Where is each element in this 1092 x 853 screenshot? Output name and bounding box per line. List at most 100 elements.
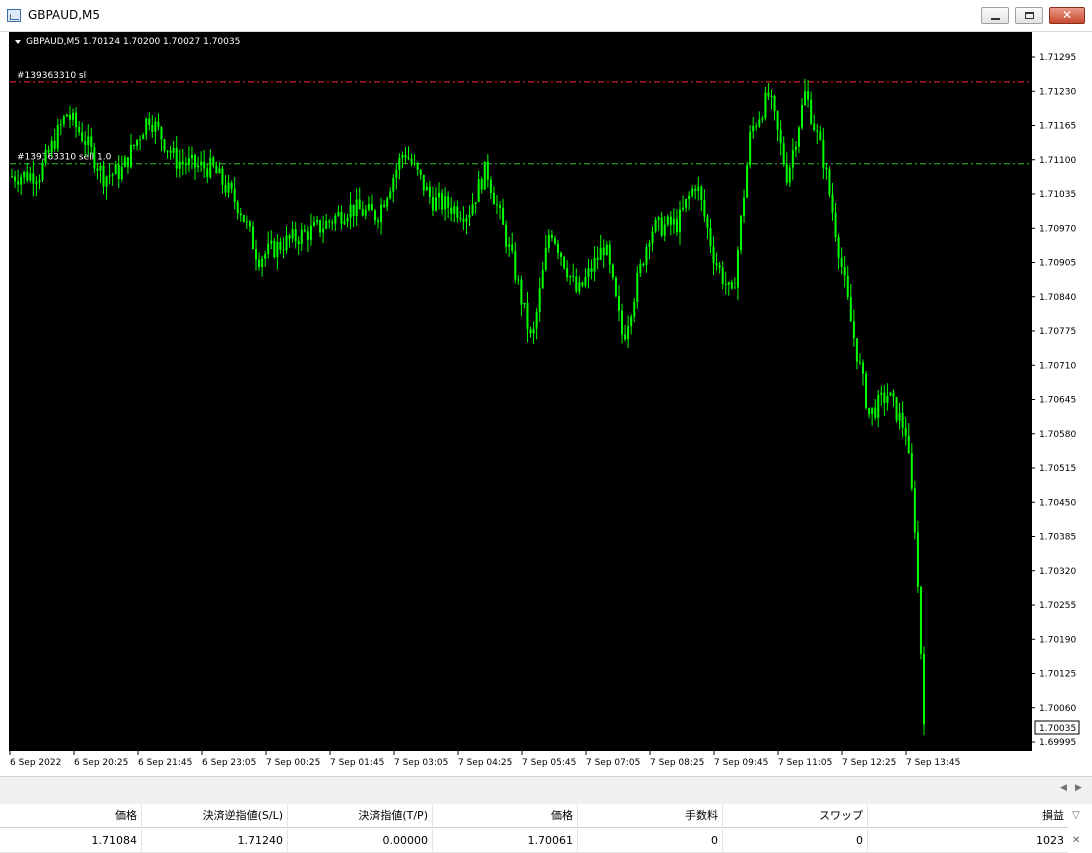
candle-body bbox=[868, 407, 871, 414]
candle-body bbox=[584, 276, 587, 286]
candle-body bbox=[706, 216, 709, 228]
candle-body bbox=[761, 118, 764, 120]
candle-body bbox=[526, 302, 529, 330]
header-commission[interactable]: 手数料 bbox=[578, 804, 723, 828]
header-profit[interactable]: 損益 bbox=[868, 804, 1068, 828]
candle-body bbox=[157, 121, 160, 128]
candle-body bbox=[624, 334, 627, 340]
candle-body bbox=[877, 394, 880, 418]
candle-body bbox=[636, 273, 639, 302]
header-stop-loss[interactable]: 決済逆指値(S/L) bbox=[142, 804, 288, 828]
candle-body bbox=[245, 221, 248, 223]
candle-body bbox=[782, 143, 785, 164]
candle-body bbox=[218, 168, 221, 174]
candle-body bbox=[895, 397, 898, 421]
candle-body bbox=[422, 174, 425, 191]
candle-body bbox=[651, 231, 654, 243]
candle-body bbox=[550, 234, 553, 239]
price-label: 1.70255 bbox=[1039, 601, 1076, 611]
candle-body bbox=[904, 427, 907, 436]
candle-body bbox=[337, 211, 340, 216]
candle-body bbox=[413, 163, 416, 165]
candle-body bbox=[791, 150, 794, 168]
candle-body bbox=[822, 139, 825, 168]
candle-body bbox=[322, 228, 325, 233]
candle-body bbox=[383, 204, 386, 207]
candle-body bbox=[306, 231, 309, 240]
candle-body bbox=[62, 116, 65, 125]
maximize-button[interactable] bbox=[1015, 7, 1043, 24]
candle-body bbox=[672, 218, 675, 225]
candle-body bbox=[773, 96, 776, 112]
candle-body bbox=[660, 217, 663, 236]
cell-swap: 0 bbox=[723, 829, 868, 853]
header-current-price[interactable]: 価格 bbox=[433, 804, 578, 828]
candle-body bbox=[779, 129, 782, 144]
candle-body bbox=[514, 250, 517, 280]
candle-body bbox=[93, 147, 96, 169]
candle-body bbox=[834, 212, 837, 238]
candle-body bbox=[813, 123, 816, 131]
candle-body bbox=[505, 224, 508, 247]
candle-body bbox=[212, 157, 215, 166]
price-chart[interactable]: GBPAUD,M5 1.70124 1.70200 1.70027 1.7003… bbox=[0, 32, 1092, 776]
candle-body bbox=[90, 136, 93, 148]
cell-take-profit[interactable]: 0.00000 bbox=[288, 829, 433, 853]
candle-body bbox=[758, 119, 761, 127]
price-label: 1.70450 bbox=[1039, 498, 1076, 508]
candle-body bbox=[224, 184, 227, 193]
minimize-button[interactable] bbox=[981, 7, 1009, 24]
candle-body bbox=[733, 287, 736, 289]
candle-body bbox=[578, 282, 581, 292]
candle-body bbox=[566, 267, 569, 278]
candle-body bbox=[87, 136, 90, 145]
candle-body bbox=[648, 242, 651, 247]
candle-body bbox=[907, 435, 910, 454]
price-label: 1.71035 bbox=[1039, 190, 1076, 200]
close-position-icon[interactable]: ✕ bbox=[1072, 835, 1080, 846]
candle-body bbox=[770, 96, 773, 98]
candle-body bbox=[270, 240, 273, 244]
candle-body bbox=[444, 196, 447, 210]
candle-body bbox=[544, 247, 547, 270]
candle-body bbox=[688, 195, 691, 200]
price-label: 1.70125 bbox=[1039, 670, 1076, 680]
scroll-left-icon[interactable]: ◀ bbox=[1060, 783, 1067, 793]
candle-body bbox=[194, 154, 197, 168]
close-button[interactable]: ✕ bbox=[1049, 7, 1085, 24]
candle-body bbox=[642, 263, 645, 265]
header-take-profit[interactable]: 決済指値(T/P) bbox=[288, 804, 433, 828]
time-label: 7 Sep 05:45 bbox=[522, 758, 576, 768]
candle-body bbox=[523, 302, 526, 305]
candle-body bbox=[26, 171, 29, 181]
candle-body bbox=[468, 214, 471, 218]
sort-arrow-icon[interactable]: ▽ bbox=[1072, 810, 1080, 821]
header-open-price[interactable]: 価格 bbox=[0, 804, 142, 828]
price-label: 1.70580 bbox=[1039, 430, 1076, 440]
candle-body bbox=[743, 197, 746, 216]
candle-body bbox=[776, 111, 779, 130]
candle-body bbox=[880, 392, 883, 395]
candle-body bbox=[675, 218, 678, 233]
scroll-right-icon[interactable]: ▶ bbox=[1075, 783, 1082, 793]
candle-body bbox=[712, 246, 715, 264]
chart-area[interactable]: GBPAUD,M5 1.70124 1.70200 1.70027 1.7003… bbox=[0, 32, 1092, 776]
candle-body bbox=[72, 112, 75, 120]
candle-body bbox=[450, 207, 453, 214]
candle-body bbox=[431, 197, 434, 211]
candle-body bbox=[319, 220, 322, 233]
candle-body bbox=[410, 158, 413, 164]
candle-body bbox=[282, 249, 285, 251]
price-label: 1.70515 bbox=[1039, 464, 1076, 474]
cell-stop-loss[interactable]: 1.71240 bbox=[142, 829, 288, 853]
candle-body bbox=[700, 186, 703, 200]
candle-body bbox=[654, 219, 657, 232]
candle-body bbox=[678, 209, 681, 233]
header-swap[interactable]: スワップ bbox=[723, 804, 868, 828]
candle-body bbox=[392, 178, 395, 192]
candle-body bbox=[251, 226, 254, 250]
candle-body bbox=[133, 144, 136, 146]
candle-body bbox=[453, 206, 456, 214]
candle-body bbox=[837, 237, 840, 259]
candle-body bbox=[727, 282, 730, 285]
